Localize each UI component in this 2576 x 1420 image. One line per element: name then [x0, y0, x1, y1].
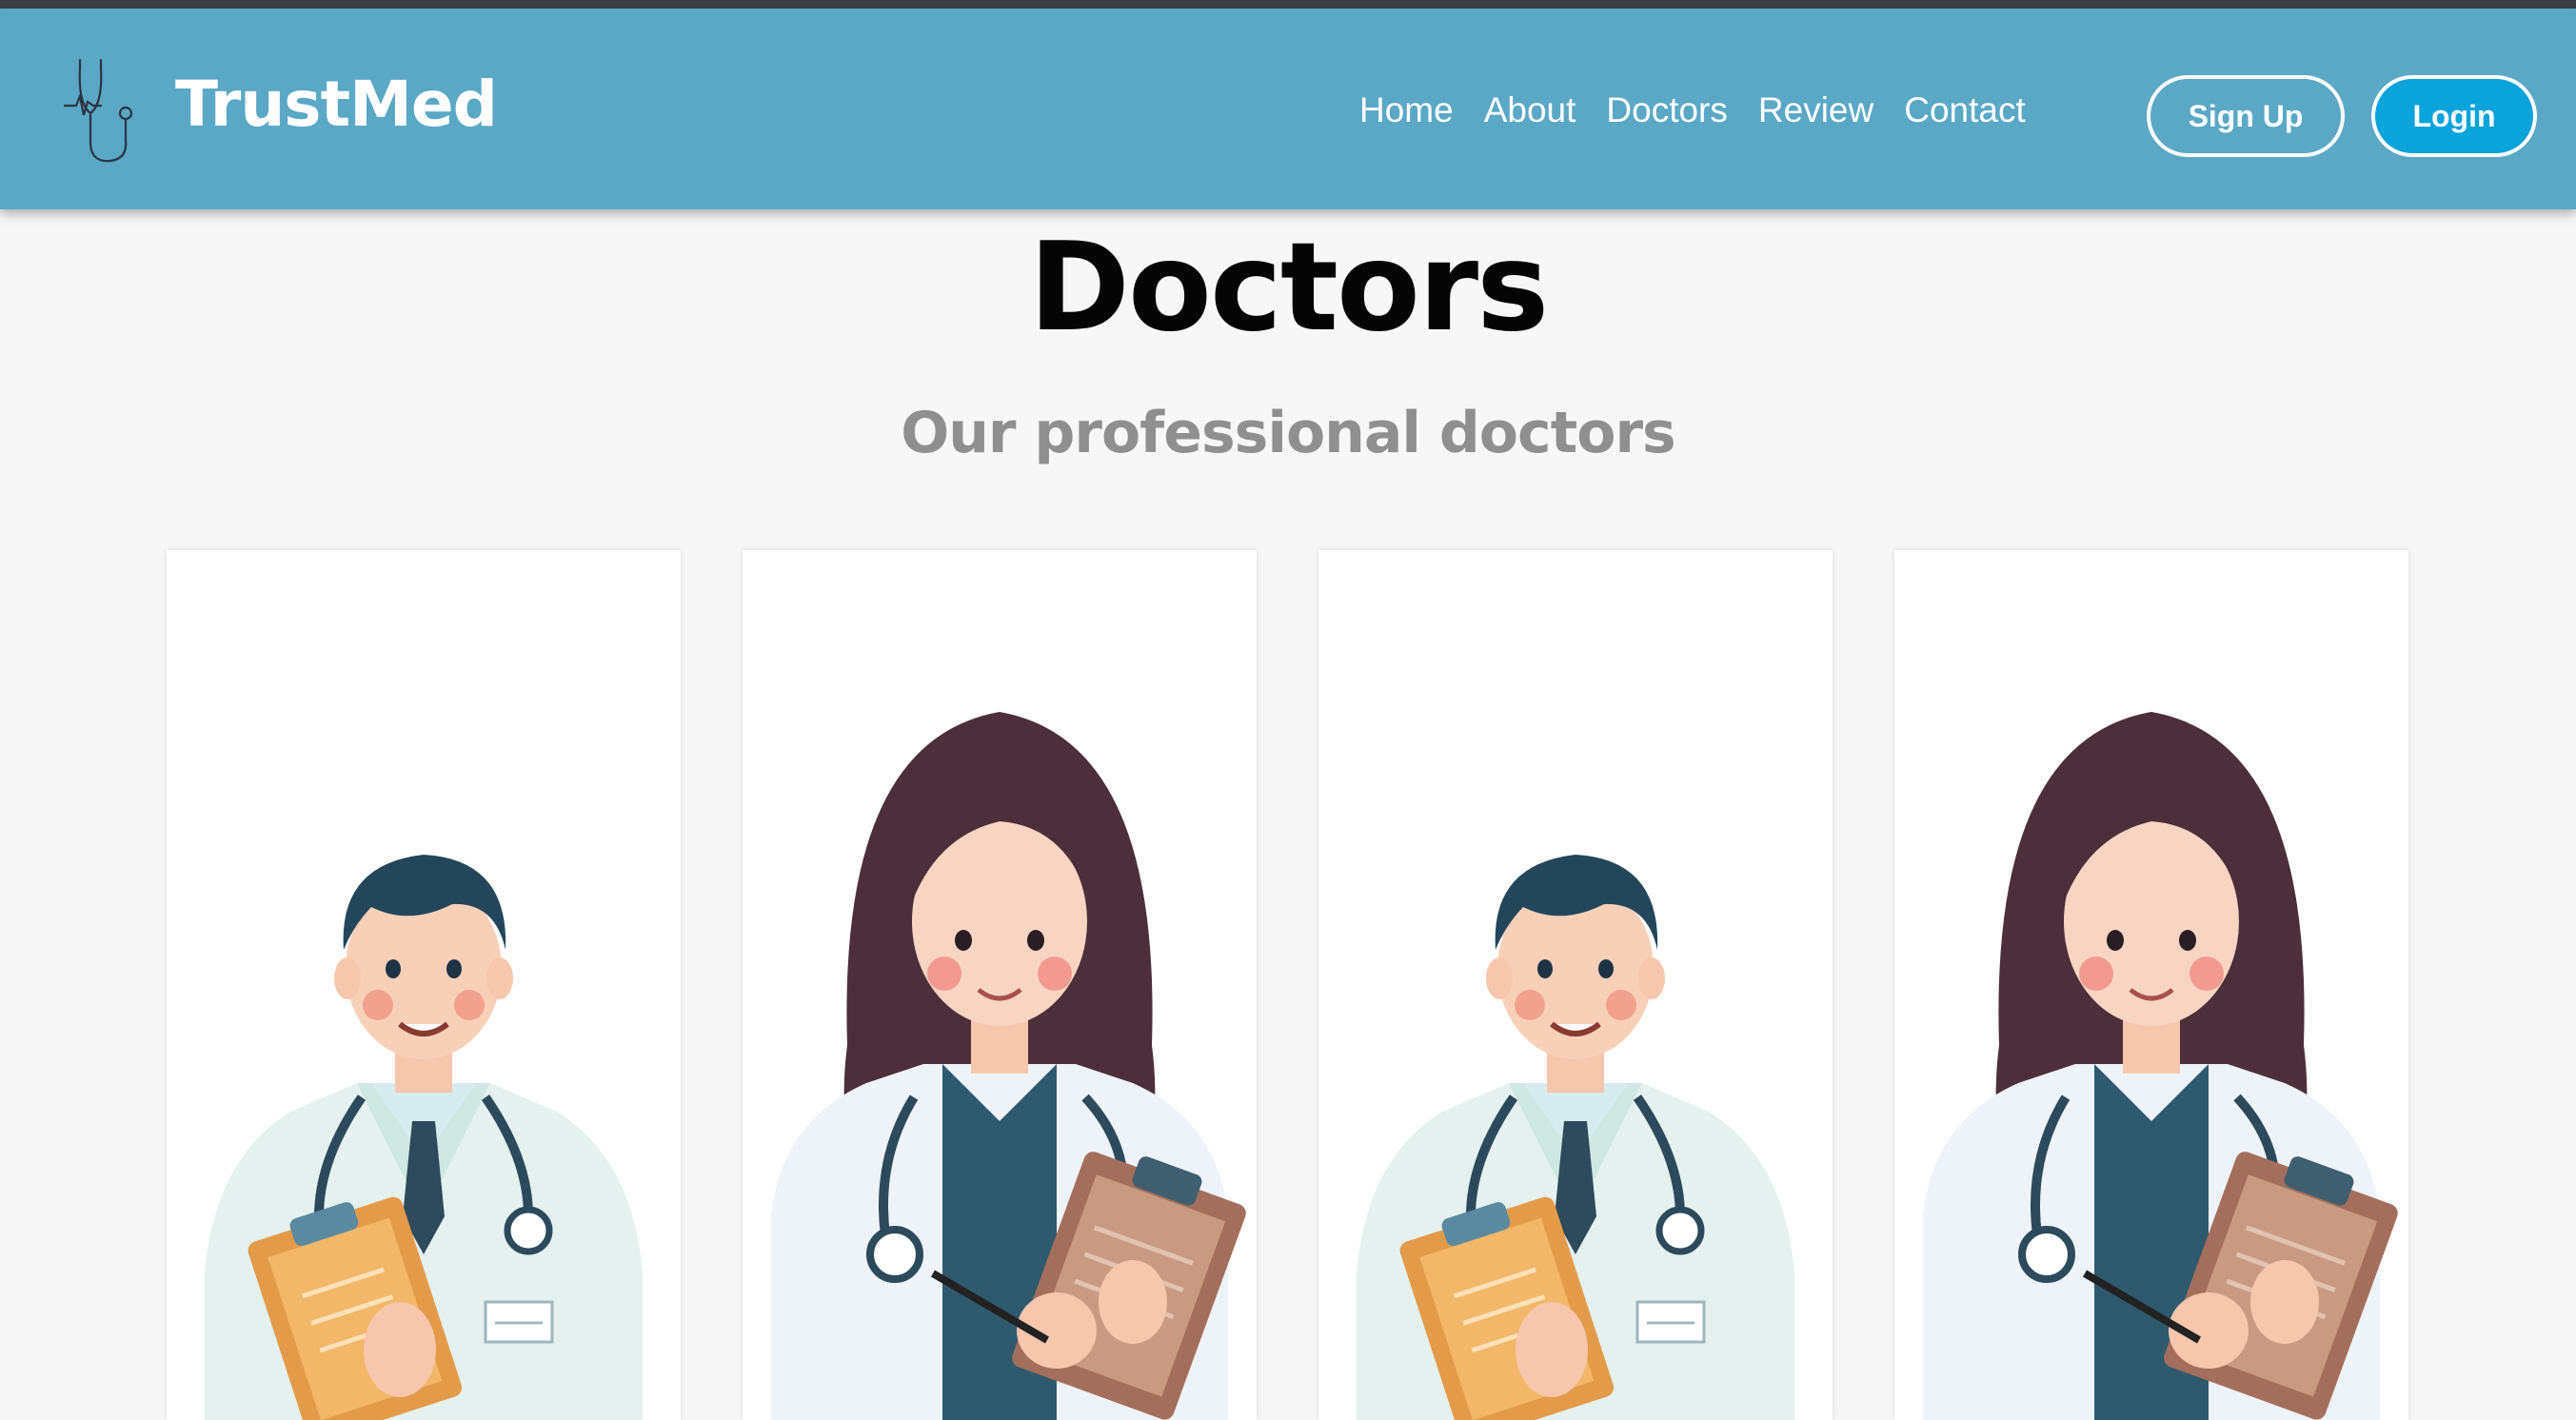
doctor-card[interactable] [1894, 550, 2408, 1420]
nav-link-home[interactable]: Home [1359, 90, 1454, 130]
nav-link-contact[interactable]: Contact [1904, 90, 2026, 130]
doctor-card[interactable] [167, 550, 681, 1420]
doctor-card[interactable] [1318, 550, 1833, 1420]
nav-link-review[interactable]: Review [1758, 90, 1873, 130]
navbar: TrustMed Home About Doctors Review Conta… [0, 9, 2576, 209]
nav-links: Home About Doctors Review Contact [1359, 90, 2026, 130]
female-doctor-illustration [1894, 550, 2408, 1420]
top-border [0, 0, 2576, 9]
female-doctor-illustration [743, 550, 1257, 1420]
page-subtitle: Our professional doctors [901, 400, 1676, 466]
brand-name[interactable]: TrustMed [175, 68, 498, 141]
nav-link-doctors[interactable]: Doctors [1606, 90, 1727, 130]
male-doctor-illustration [1318, 550, 1833, 1420]
stethoscope-icon[interactable] [59, 56, 145, 170]
doctor-card[interactable] [743, 550, 1257, 1420]
page-title: Doctors [1028, 217, 1550, 359]
male-doctor-illustration [167, 550, 681, 1420]
nav-link-about[interactable]: About [1484, 90, 1576, 130]
sign-up-button[interactable]: Sign Up [2147, 75, 2345, 157]
login-button[interactable]: Login [2371, 75, 2537, 157]
